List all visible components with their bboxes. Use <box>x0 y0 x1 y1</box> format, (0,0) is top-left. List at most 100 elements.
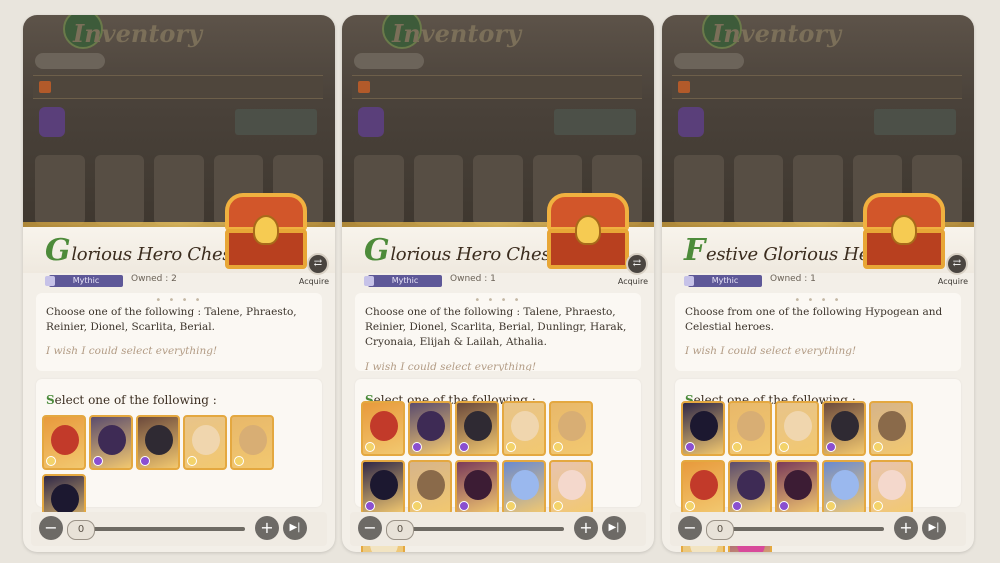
rarity-badge: Mythic <box>45 275 123 287</box>
quantity-slider-knob[interactable]: 0 <box>386 520 414 540</box>
hero-portrait[interactable] <box>89 415 133 470</box>
hero-portrait[interactable] <box>136 415 180 470</box>
max-button[interactable]: ▶| <box>283 516 307 540</box>
hero-portrait[interactable] <box>775 401 819 456</box>
faction-badge-icon <box>732 501 742 511</box>
treasure-chest-icon <box>219 193 313 271</box>
hero-portrait[interactable] <box>361 401 405 456</box>
hero-portrait[interactable] <box>869 460 913 515</box>
wish-text: I wish I could select everything! <box>365 361 537 371</box>
hero-portrait[interactable] <box>230 415 274 470</box>
quantity-bar: − 0 + ▶| <box>31 512 327 546</box>
quantity-slider-track[interactable] <box>714 527 884 531</box>
inventory-notice-bar <box>672 75 962 99</box>
faction-badge-icon <box>187 456 197 466</box>
inventory-filter-pill <box>354 53 424 69</box>
faction-badge-icon <box>412 442 422 452</box>
faction-badge-icon <box>365 442 375 452</box>
hero-face <box>784 411 812 441</box>
notice-icon <box>678 81 690 93</box>
hero-face <box>831 470 859 500</box>
hero-portrait[interactable] <box>822 460 866 515</box>
select-title: Select one of the following : <box>46 393 217 407</box>
hero-portrait[interactable] <box>408 401 452 456</box>
hero-portrait[interactable] <box>549 460 593 515</box>
hero-face <box>784 470 812 500</box>
inventory-filter-pill <box>35 53 105 69</box>
hero-face <box>239 425 267 455</box>
hero-portrait[interactable] <box>822 401 866 456</box>
hero-portrait[interactable] <box>455 460 499 515</box>
hero-face <box>51 425 79 455</box>
quantity-bar: − 0 + ▶| <box>670 512 966 546</box>
hero-face <box>878 470 906 500</box>
owned-count: Owned : 1 <box>770 274 816 284</box>
increase-button[interactable]: + <box>574 516 598 540</box>
faction-badge-icon <box>685 442 695 452</box>
description-box: • • • • Choose one of the following : Ta… <box>36 293 322 371</box>
hero-face <box>192 425 220 455</box>
inventory-action-button <box>235 109 317 135</box>
hero-portrait[interactable] <box>775 460 819 515</box>
faction-badge-icon <box>826 501 836 511</box>
treasure-chest-icon <box>541 193 635 271</box>
hero-portrait[interactable] <box>455 401 499 456</box>
inventory-action-button <box>874 109 956 135</box>
hero-face <box>417 470 445 500</box>
treasure-chest-icon <box>857 193 951 271</box>
hero-face <box>370 470 398 500</box>
faction-badge-icon <box>873 442 883 452</box>
hero-portrait[interactable] <box>681 401 725 456</box>
hero-select-box: Select one of the following : <box>355 379 641 552</box>
hero-face <box>464 411 492 441</box>
quantity-slider-knob[interactable]: 0 <box>67 520 95 540</box>
wish-text: I wish I could select everything! <box>685 345 857 357</box>
rarity-badge: Mythic <box>684 275 762 287</box>
hero-portrait[interactable] <box>549 401 593 456</box>
hero-portrait[interactable] <box>728 401 772 456</box>
increase-button[interactable]: + <box>894 516 918 540</box>
faction-badge-icon <box>826 442 836 452</box>
acquire-label: Acquire <box>937 277 968 286</box>
faction-badge-icon <box>365 501 375 511</box>
hero-face <box>464 470 492 500</box>
quantity-slider-track[interactable] <box>75 527 245 531</box>
max-button[interactable]: ▶| <box>922 516 946 540</box>
hero-portrait[interactable] <box>869 401 913 456</box>
chest-title: Glorious Hero Chest <box>45 233 239 268</box>
description-box: • • • • Choose one of the following : Ta… <box>355 293 641 371</box>
increase-button[interactable]: + <box>255 516 279 540</box>
hero-portrait[interactable] <box>408 460 452 515</box>
hero-portrait[interactable] <box>183 415 227 470</box>
faction-badge-icon <box>459 442 469 452</box>
chest-title-initial: F <box>684 233 705 268</box>
hero-portrait[interactable] <box>681 460 725 515</box>
hero-face <box>417 411 445 441</box>
quantity-slider-knob[interactable]: 0 <box>706 520 734 540</box>
acquire-button[interactable]: ⇄ <box>626 253 648 275</box>
decrease-button[interactable]: − <box>358 516 382 540</box>
hero-portrait[interactable] <box>728 460 772 515</box>
hero-face <box>98 425 126 455</box>
hero-face <box>831 411 859 441</box>
hero-portrait[interactable] <box>502 460 546 515</box>
quantity-slider-track[interactable] <box>394 527 564 531</box>
hero-portrait[interactable] <box>361 460 405 515</box>
chest-title-initial: G <box>45 233 71 268</box>
hero-portrait[interactable] <box>42 415 86 470</box>
hero-portrait[interactable] <box>502 401 546 456</box>
faction-badge-icon <box>553 442 563 452</box>
acquire-button[interactable]: ⇄ <box>946 253 968 275</box>
decrease-button[interactable]: − <box>678 516 702 540</box>
acquire-button[interactable]: ⇄ <box>307 253 329 275</box>
max-button[interactable]: ▶| <box>602 516 626 540</box>
hero-face <box>558 470 586 500</box>
chest-title-rest: lorious Hero Chest <box>71 244 239 265</box>
chest-panel-2: Inventory Glorious Hero Chest III ⇄ Acqu… <box>342 15 654 552</box>
decrease-button[interactable]: − <box>39 516 63 540</box>
quantity-bar: − 0 + ▶| <box>350 512 646 546</box>
hero-face <box>511 411 539 441</box>
inventory-item-icon <box>39 107 65 137</box>
description-text: Choose from one of the following Hypogea… <box>685 306 943 333</box>
rarity-badge: Mythic <box>364 275 442 287</box>
